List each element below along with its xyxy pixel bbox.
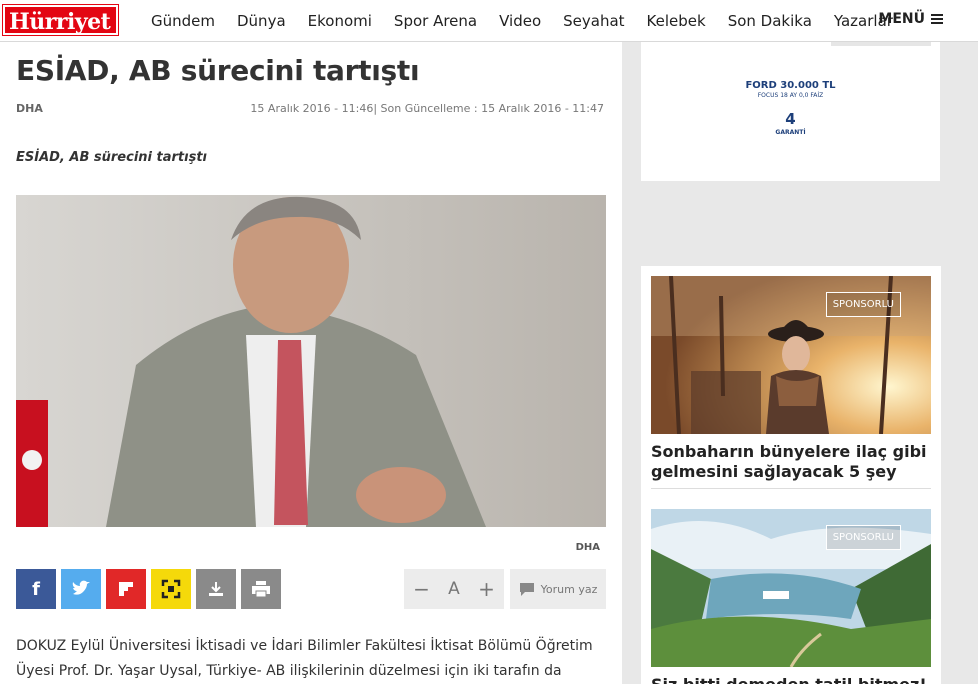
twitter-share-button[interactable] <box>61 569 101 609</box>
article-tools: − A + Yorum yaz <box>404 569 606 609</box>
twitter-bird-icon <box>72 580 90 595</box>
sponsored-box: SPONSORLU Sonbaharın bünyelere ilaç gibi… <box>641 266 941 684</box>
printer-icon <box>252 581 270 598</box>
article-container: ESİAD, AB sürecini tartıştı DHA 15 Aralı… <box>0 42 622 684</box>
expand-icon <box>161 579 181 599</box>
flipboard-icon <box>119 582 133 596</box>
menu-label: MENÜ <box>878 11 925 27</box>
print-button[interactable] <box>241 569 281 609</box>
sponsored-image: SPONSORLU <box>651 509 931 667</box>
article-photo <box>16 195 606 527</box>
nav-gundem[interactable]: Gündem <box>151 12 215 30</box>
font-size-control: − A + <box>404 569 504 609</box>
sponsored-image: SPONSORLU <box>651 276 931 434</box>
card-divider <box>651 488 931 489</box>
facebook-icon: f <box>32 578 40 600</box>
published-date: 15 Aralık 2016 - 11:46 <box>250 102 374 115</box>
flipboard-share-button[interactable] <box>106 569 146 609</box>
nav-ekonomi[interactable]: Ekonomi <box>308 12 372 30</box>
write-comment-button[interactable]: Yorum yaz <box>510 569 606 609</box>
article-dates: 15 Aralık 2016 - 11:46| Son Güncelleme :… <box>250 102 604 115</box>
sponsored-badge: SPONSORLU <box>825 292 901 317</box>
menu-button[interactable]: MENÜ <box>878 11 943 27</box>
nav-dunya[interactable]: Dünya <box>237 12 286 30</box>
sponsored-title[interactable]: Siz bitti demeden tatil bitmez! İşte <box>651 675 931 684</box>
warranty-number: 4 <box>785 110 796 128</box>
article-source[interactable]: DHA <box>16 102 43 115</box>
share-bar: f <box>16 569 281 609</box>
font-size-label: A <box>448 579 460 599</box>
font-decrease-button[interactable]: − <box>413 577 430 601</box>
main-nav: Gündem Dünya Ekonomi Spor Arena Video Se… <box>140 0 904 42</box>
warranty-label: GARANTİ <box>775 129 806 136</box>
photo-credit: DHA <box>575 542 600 553</box>
man-speaking-photo <box>16 195 606 527</box>
nav-son-dakika[interactable]: Son Dakika <box>728 12 812 30</box>
article-spot: ESİAD, AB sürecini tartıştı <box>16 150 207 165</box>
nav-kelebek[interactable]: Kelebek <box>647 12 706 30</box>
hamburger-icon <box>931 14 943 24</box>
nav-video[interactable]: Video <box>499 12 541 30</box>
article-title: ESİAD, AB sürecini tartıştı <box>16 54 420 87</box>
ad-model-line: FOCUS 18 AY 0,0 FAİZ <box>757 92 824 99</box>
sponsored-badge: SPONSORLU <box>825 525 901 550</box>
updated-date: Son Güncelleme : 15 Aralık 2016 - 11:47 <box>380 102 604 115</box>
ford-ad[interactable]: FORD 30.000 TL FOCUS 18 AY 0,0 FAİZ 4 GA… <box>641 42 940 181</box>
sponsored-title[interactable]: Sonbaharın bünyelere ilaç gibi gelmesini… <box>651 442 931 482</box>
facebook-share-button[interactable]: f <box>16 569 56 609</box>
sponsored-card[interactable]: SPONSORLU Sonbaharın bünyelere ilaç gibi… <box>651 276 931 482</box>
hurriyet-logo[interactable]: Hürriyet <box>1 4 120 36</box>
article-body: DOKUZ Eylül Üniversitesi İktisadi ve İda… <box>16 638 593 679</box>
comment-label: Yorum yaz <box>540 582 598 596</box>
nav-seyahat[interactable]: Seyahat <box>563 12 624 30</box>
sponsored-card[interactable]: SPONSORLU Siz bitti demeden tatil bitmez… <box>651 509 931 684</box>
download-button[interactable] <box>196 569 236 609</box>
comment-bubble-icon <box>519 582 534 596</box>
font-increase-button[interactable]: + <box>478 577 495 601</box>
download-icon <box>209 582 223 596</box>
site-header: Hürriyet Gündem Dünya Ekonomi Spor Arena… <box>0 0 978 42</box>
nav-spor-arena[interactable]: Spor Arena <box>394 12 477 30</box>
expand-share-button[interactable] <box>151 569 191 609</box>
ad-brand-line: FORD 30.000 TL <box>745 80 836 91</box>
